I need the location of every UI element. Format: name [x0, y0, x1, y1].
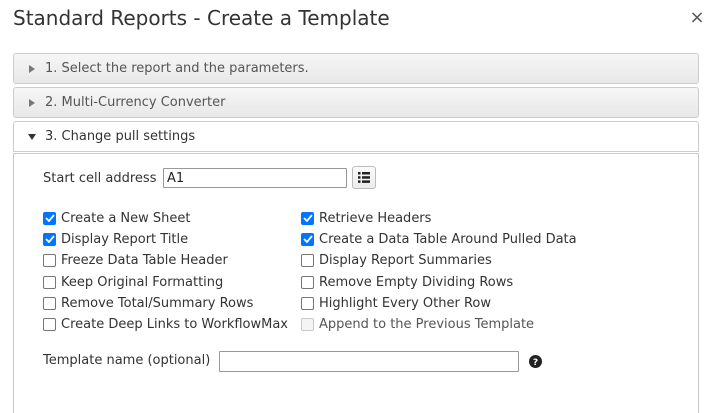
list-icon [358, 168, 370, 187]
checkbox-label: Create a Data Table Around Pulled Data [319, 231, 577, 247]
checkbox-label: Freeze Data Table Header [61, 252, 228, 268]
left-option-row[interactable]: Remove Total/Summary Rows [43, 295, 253, 311]
right-option-row[interactable]: Display Report Summaries [301, 252, 492, 268]
checkbox-label: Retrieve Headers [319, 210, 432, 226]
dialog-title: Standard Reports - Create a Template [13, 6, 390, 30]
checkbox[interactable] [43, 317, 56, 331]
checkbox-label: Remove Total/Summary Rows [61, 295, 254, 311]
right-option-row[interactable]: Retrieve Headers [301, 210, 431, 226]
checkbox[interactable] [301, 275, 314, 289]
checkbox-label: Keep Original Formatting [61, 274, 224, 290]
question-circle-icon[interactable]: ? [529, 353, 542, 368]
left-option-row[interactable]: Keep Original Formatting [43, 274, 223, 290]
checkbox[interactable] [43, 253, 56, 267]
checkbox-checked[interactable] [43, 232, 56, 246]
caret-right-icon [27, 98, 37, 107]
right-option-row[interactable]: Highlight Every Other Row [301, 295, 491, 311]
left-option-row[interactable]: Freeze Data Table Header [43, 252, 228, 268]
caret-down-icon [27, 133, 37, 140]
section-header-select-report[interactable]: 1. Select the report and the parameters. [13, 53, 699, 84]
checkbox-label: Create Deep Links to WorkflowMax [61, 316, 288, 332]
checkbox [301, 317, 314, 331]
section-header-pull-settings[interactable]: 3. Change pull settings [13, 121, 699, 152]
checkbox-label: Display Report Title [61, 231, 189, 247]
template-name-label: Template name (optional) [43, 353, 211, 368]
svg-text:?: ? [533, 358, 538, 368]
checkbox-label: Highlight Every Other Row [319, 295, 491, 311]
checkbox-label: Remove Empty Dividing Rows [319, 274, 514, 290]
left-option-row[interactable]: Create Deep Links to WorkflowMax [43, 316, 288, 332]
checkbox[interactable] [43, 296, 56, 310]
right-option-row[interactable]: Create a Data Table Around Pulled Data [301, 231, 577, 247]
checkbox[interactable] [301, 296, 314, 310]
section-header-label: 3. Change pull settings [45, 129, 196, 144]
checkbox-checked[interactable] [43, 211, 56, 225]
checkbox-label: Append to the Previous Template [319, 316, 535, 332]
right-option-row: Append to the Previous Template [301, 316, 534, 332]
checkbox-checked[interactable] [301, 211, 314, 225]
section-header-label: 1. Select the report and the parameters. [45, 61, 309, 76]
cell-picker-button[interactable] [352, 166, 376, 189]
right-option-row[interactable]: Remove Empty Dividing Rows [301, 274, 513, 290]
checkbox-checked[interactable] [301, 232, 314, 246]
start-cell-label: Start cell address [43, 171, 157, 186]
section-header-label: 2. Multi-Currency Converter [45, 95, 226, 110]
checkbox-label: Display Report Summaries [319, 252, 492, 268]
left-option-row[interactable]: Create a New Sheet [43, 210, 191, 226]
close-icon[interactable]: × [688, 8, 706, 28]
checkbox[interactable] [301, 253, 314, 267]
start-cell-input[interactable] [163, 168, 347, 188]
caret-right-icon [27, 64, 37, 73]
template-name-input[interactable] [219, 351, 519, 372]
checkbox[interactable] [43, 275, 56, 289]
section-header-multi-currency[interactable]: 2. Multi-Currency Converter [13, 87, 699, 118]
checkbox-label: Create a New Sheet [61, 210, 191, 226]
left-option-row[interactable]: Display Report Title [43, 231, 188, 247]
